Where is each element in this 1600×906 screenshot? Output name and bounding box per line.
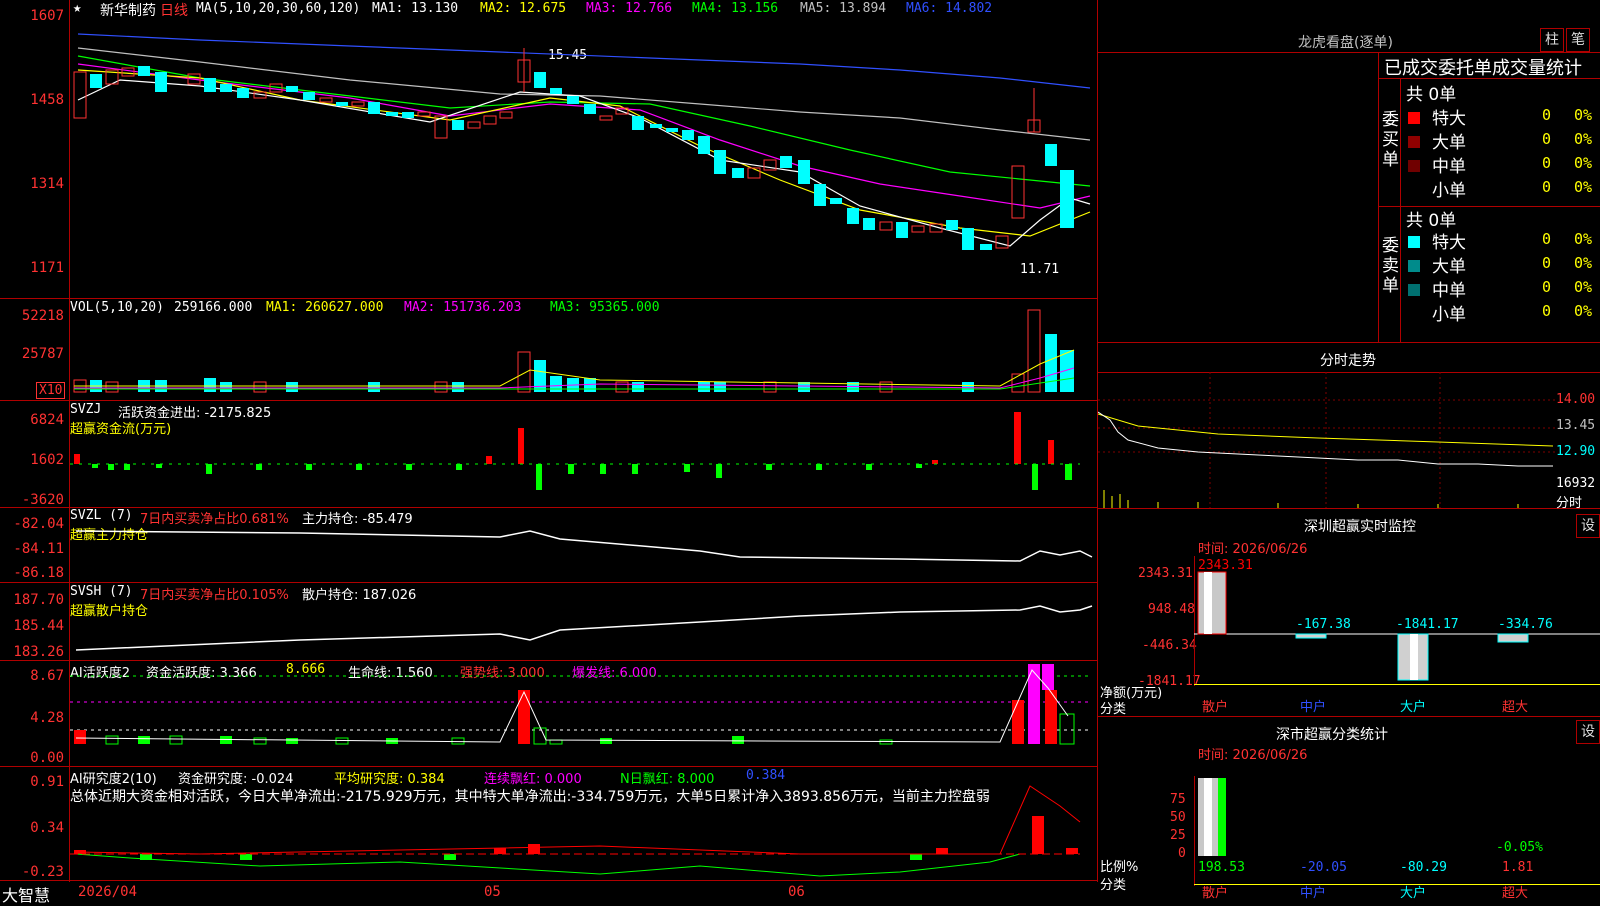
sz-stat-title: 深市超赢分类统计 xyxy=(1276,727,1388,743)
legend-swatch xyxy=(1408,260,1420,272)
legend-swatch xyxy=(1408,160,1420,172)
sell-row-value: 0 xyxy=(1542,254,1552,272)
date-label: 2026/04 xyxy=(78,884,138,900)
legend-swatch xyxy=(1408,236,1420,248)
right-panel: 龙虎看盘(逐单) 柱 笔 已成交委托单成交量统计 委买单 委卖单 共 0单 共 … xyxy=(1098,0,1600,901)
sell-row-value: 0 xyxy=(1542,302,1552,320)
legend-swatch xyxy=(1408,112,1420,124)
sz-monitor-category-label: 中户 xyxy=(1300,700,1327,715)
intraday-axis-label: 14.00 xyxy=(1556,392,1596,407)
sz-monitor-category-label: 散户 xyxy=(1202,700,1229,715)
price-chart[interactable] xyxy=(0,0,1098,298)
sell-row-value: 0 xyxy=(1542,230,1552,248)
sell-row-pct: 0% xyxy=(1574,302,1593,320)
sell-row-name: 小单 xyxy=(1432,305,1466,325)
buy-row-value: 0 xyxy=(1542,178,1552,196)
intraday-vol-label: 16932 xyxy=(1556,476,1596,491)
buy-row-pct: 0% xyxy=(1574,178,1593,196)
sz-stat-settings-button[interactable]: 设 xyxy=(1576,720,1600,744)
sell-row-name: 大单 xyxy=(1432,257,1466,277)
sz-monitor-bar-value: -167.38 xyxy=(1296,617,1351,632)
bar-mode-button[interactable]: 柱 xyxy=(1540,28,1564,52)
intraday-mode-label[interactable]: 分时 xyxy=(1556,492,1582,511)
buy-row-name: 大单 xyxy=(1432,133,1466,153)
buy-row-pct: 0% xyxy=(1574,154,1593,172)
sz-stat-category-label: 大户 xyxy=(1400,886,1427,901)
sell-row-name: 特大 xyxy=(1432,233,1466,253)
brand-label: 大智慧 xyxy=(2,886,51,905)
dragon-title: 龙虎看盘(逐单) xyxy=(1298,35,1393,51)
buy-row-value: 0 xyxy=(1542,130,1552,148)
sz-stat-category: 分类 xyxy=(1100,878,1127,893)
sz-stat-category-label: 超大 xyxy=(1502,886,1529,901)
buy-total: 共 0单 xyxy=(1406,85,1457,105)
sell-row-pct: 0% xyxy=(1574,230,1593,248)
sell-row-value: 0 xyxy=(1542,278,1552,296)
sz-stat-category-label: 中户 xyxy=(1300,886,1327,901)
legend-swatch xyxy=(1408,284,1420,296)
sz-stat-bar-value: -20.05 xyxy=(1300,860,1347,875)
sz-monitor-category-label: 大户 xyxy=(1400,700,1427,715)
candles xyxy=(73,48,1074,250)
volume-chart xyxy=(73,309,1075,393)
stat-title: 已成交委托单成交量统计 xyxy=(1384,58,1582,79)
svzl-chart xyxy=(75,530,1093,562)
buy-row-pct: 0% xyxy=(1574,130,1593,148)
ma2-line xyxy=(77,69,1091,237)
sz-monitor-category-label: 超大 xyxy=(1502,700,1529,715)
sz-monitor-time: 时间: 2026/06/26 xyxy=(1198,542,1308,557)
sz-monitor-title: 深圳超赢实时监控 xyxy=(1304,519,1416,535)
buy-row-name: 小单 xyxy=(1432,181,1466,201)
date-label: 05 xyxy=(484,884,501,900)
sz-monitor-bar-value: 2343.31 xyxy=(1198,558,1253,573)
sz-monitor-category: 分类 xyxy=(1100,702,1127,717)
buy-row-name: 特大 xyxy=(1432,109,1466,129)
main-chart-area[interactable]: ★ 新华制药 日线 MA(5,10,20,30,60,120) MA1: 13.… xyxy=(0,0,1098,905)
svzj-chart xyxy=(70,412,1080,490)
ai-active-chart xyxy=(70,664,1090,745)
buy-row-value: 0 xyxy=(1542,154,1552,172)
tick-mode-button[interactable]: 笔 xyxy=(1566,28,1590,52)
sell-row-pct: 0% xyxy=(1574,254,1593,272)
sz-monitor-settings-button[interactable]: 设 xyxy=(1576,514,1600,538)
svsh-chart xyxy=(75,605,1093,651)
ma5-line xyxy=(77,47,1091,141)
intraday-axis-label: 12.90 xyxy=(1556,444,1596,459)
buy-row-value: 0 xyxy=(1542,106,1552,124)
sz-stat-bar-value: -80.29 xyxy=(1400,860,1447,875)
sell-row-pct: 0% xyxy=(1574,278,1593,296)
sz-stat-bar-value: 198.53 xyxy=(1198,860,1245,875)
intraday-title: 分时走势 xyxy=(1320,353,1376,369)
buy-orders-label: 委买单 xyxy=(1382,110,1399,170)
buy-row-pct: 0% xyxy=(1574,106,1593,124)
date-label: 06 xyxy=(788,884,805,900)
sz-stat-time: 时间: 2026/06/26 xyxy=(1198,748,1308,763)
ma4-line xyxy=(77,55,1091,187)
buy-row-name: 中单 xyxy=(1432,157,1466,177)
intraday-axis-label: 13.45 xyxy=(1556,418,1596,433)
sell-orders-label: 委卖单 xyxy=(1382,236,1399,296)
ai-research-chart xyxy=(70,785,1081,877)
ma6-line xyxy=(77,33,1091,89)
sell-row-name: 中单 xyxy=(1432,281,1466,301)
sz-monitor-bar-value: -1841.17 xyxy=(1396,617,1459,632)
sz-stat-extra-value: -0.05% xyxy=(1496,840,1543,855)
sz-monitor-chart: 2343.31 -167.38 -1841.17 -334.76 xyxy=(1194,558,1600,681)
sz-stat-bar-value: 1.81 xyxy=(1502,860,1534,875)
intraday-chart[interactable] xyxy=(1098,372,1556,508)
sz-stat-category-label: 散户 xyxy=(1202,886,1229,901)
legend-swatch xyxy=(1408,136,1420,148)
sz-monitor-bar-value: -334.76 xyxy=(1498,617,1553,632)
sz-stat-chart: -0.05% xyxy=(1198,778,1543,856)
